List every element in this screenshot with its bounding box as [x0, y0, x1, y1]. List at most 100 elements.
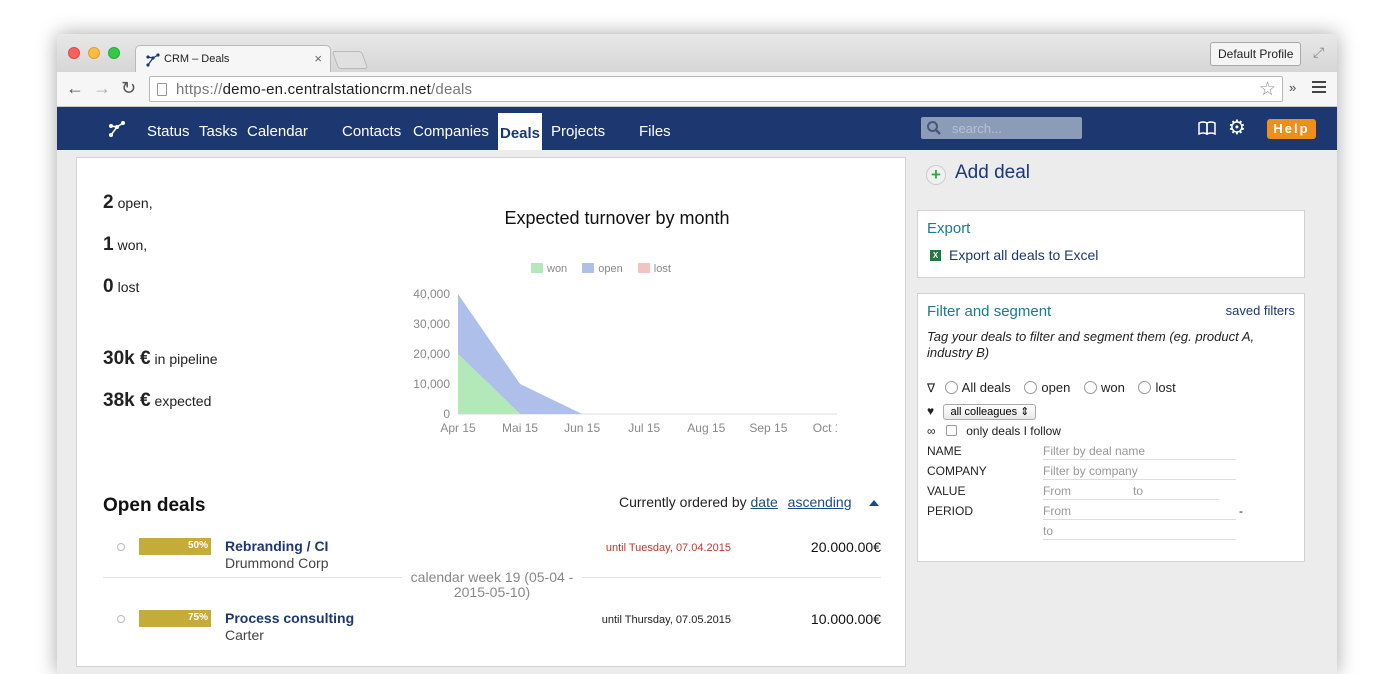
follow-checkbox[interactable]	[945, 425, 957, 436]
close-window-button[interactable]	[68, 47, 80, 59]
nav-tasks[interactable]: Tasks	[199, 107, 237, 150]
colleagues-select[interactable]: all colleagues ⇕	[943, 404, 1037, 420]
radio-label: won	[1100, 380, 1125, 395]
page-content: 2 open, 1 won, 0 lost 30k € in pipeline 38k …	[57, 150, 1337, 674]
deal-company: Drummond Corp	[225, 555, 329, 571]
legend-label-open: open	[598, 263, 623, 275]
deal-name-link[interactable]: Rebranding / CI	[225, 538, 328, 554]
reload-icon[interactable]: ↻	[121, 78, 136, 98]
period-to-input[interactable]: to	[1043, 524, 1236, 540]
add-deal-link[interactable]: Add deal	[955, 162, 1030, 184]
stat-pipeline-label: in pipeline	[154, 351, 218, 367]
page-icon	[157, 83, 167, 96]
x-tick-label: Jun 15	[564, 421, 600, 435]
turnover-chart: 0 10,000 20,000 30,000 40,000 Apr 15 Mai 15 Jun…	[413, 287, 837, 435]
book-icon[interactable]	[1198, 121, 1216, 135]
nav-status[interactable]: Status	[147, 107, 190, 150]
filter-help-text: Tag your deals to filter and segment the…	[927, 329, 1255, 360]
deal-company: Carter	[225, 627, 264, 643]
ordered-by-text: Currently ordered by	[619, 494, 747, 510]
legend-swatch-lost	[637, 263, 650, 273]
nav-companies[interactable]: Companies	[413, 107, 489, 150]
period-from-input[interactable]: From	[1043, 504, 1236, 520]
probability-bar: 75%	[139, 610, 211, 627]
radio-won[interactable]: won	[1083, 380, 1125, 395]
browser-tab[interactable]: CRM – Deals ×	[135, 45, 331, 73]
x-tick-label: Mai 15	[502, 421, 538, 435]
search-input[interactable]: search...	[921, 117, 1082, 139]
stat-open-value: 2	[103, 192, 114, 213]
minimize-window-button[interactable]	[88, 47, 100, 59]
infinity-icon: ∞	[927, 424, 936, 438]
sort-order-info: Currently ordered by date ascending	[619, 494, 851, 510]
deal-status-dot[interactable]	[117, 615, 125, 623]
title-bar: CRM – Deals × Default Profile ⤢	[57, 34, 1337, 73]
company-label: COMPANY	[927, 464, 987, 478]
status-filter: ∇ All deals open won lost	[927, 380, 1186, 395]
nav-files[interactable]: Files	[639, 107, 671, 150]
crm-logo-icon[interactable]	[107, 119, 127, 139]
zoom-window-button[interactable]	[108, 47, 120, 59]
sort-caret-icon[interactable]	[869, 500, 879, 506]
app-navigation: Status Tasks Calendar Contacts Companies…	[57, 107, 1337, 150]
deal-status-dot[interactable]	[117, 543, 125, 551]
probability-bar: 50%	[139, 538, 211, 555]
nav-deals[interactable]: Deals	[498, 113, 543, 150]
y-tick-label: 0	[443, 407, 450, 421]
deal-name-filter-input[interactable]: Filter by deal name	[1043, 444, 1236, 460]
filter-funnel-icon: ∇	[927, 381, 936, 395]
fullscreen-icon[interactable]: ⤢	[1313, 44, 1329, 60]
deal-name-link[interactable]: Process consulting	[225, 610, 354, 626]
sort-field-link[interactable]: date	[751, 494, 778, 510]
sort-direction-link[interactable]: ascending	[788, 494, 852, 510]
company-filter-input[interactable]: Filter by company	[1043, 464, 1236, 480]
bookmark-star-icon[interactable]: ☆	[1259, 78, 1276, 101]
chart-title: Expected turnover by month	[504, 208, 730, 228]
deal-row[interactable]: 75% Process consulting Carter until Thur…	[103, 610, 881, 646]
value-from-input[interactable]: From	[1043, 484, 1133, 500]
new-tab-button[interactable]	[331, 51, 369, 69]
gear-icon[interactable]: ⚙	[1228, 118, 1246, 138]
probability-label: 50%	[187, 540, 208, 551]
period-label: PERIOD	[927, 504, 974, 518]
nav-calendar[interactable]: Calendar	[247, 107, 308, 150]
y-tick-label: 20,000	[413, 347, 450, 361]
legend-label-won: won	[547, 263, 568, 275]
nav-contacts[interactable]: Contacts	[342, 107, 401, 150]
legend-label-lost: lost	[653, 263, 671, 275]
radio-lost[interactable]: lost	[1138, 380, 1176, 395]
export-excel-link[interactable]: Export all deals to Excel	[949, 247, 1098, 263]
y-tick-label: 40,000	[413, 287, 450, 301]
browser-menu-icon[interactable]	[1312, 81, 1326, 95]
deal-value: 20.000.00€	[810, 539, 881, 555]
tab-close-icon[interactable]: ×	[314, 51, 322, 66]
stat-expected-label: expected	[154, 393, 212, 409]
radio-open[interactable]: open	[1024, 380, 1070, 395]
radio-circle[interactable]	[1024, 381, 1038, 394]
export-title: Export	[927, 220, 971, 237]
extensions-overflow-icon[interactable]: »	[1289, 80, 1296, 95]
excel-icon: X	[930, 250, 941, 261]
export-box: Export X Export all deals to Excel	[917, 210, 1305, 278]
help-button[interactable]: Help	[1267, 119, 1316, 139]
saved-filters-link[interactable]: saved filters	[1226, 303, 1295, 318]
add-plus-icon[interactable]: +	[926, 165, 946, 185]
address-bar[interactable]: https://demo-en.centralstationcrm.net/de…	[149, 76, 1283, 102]
x-tick-label: Jul 15	[628, 421, 660, 435]
nav-projects[interactable]: Projects	[551, 107, 605, 150]
radio-all-deals[interactable]: All deals	[944, 380, 1011, 395]
browser-window: CRM – Deals × Default Profile ⤢ ← → ↻ ht…	[57, 34, 1337, 674]
filter-box: Filter and segment saved filters Tag you…	[917, 293, 1305, 562]
radio-circle[interactable]	[1083, 381, 1097, 394]
forward-arrow-icon[interactable]: →	[93, 78, 111, 98]
radio-circle[interactable]	[1138, 381, 1152, 394]
value-to-input[interactable]: to	[1133, 484, 1219, 500]
name-label: NAME	[927, 444, 962, 458]
profile-button[interactable]: Default Profile	[1210, 42, 1302, 66]
radio-circle[interactable]	[944, 381, 958, 394]
url-text[interactable]: https://demo-en.centralstationcrm.net/de…	[176, 81, 472, 98]
x-tick-label: Apr 15	[440, 421, 476, 435]
back-arrow-icon[interactable]: ←	[66, 78, 84, 98]
url-scheme: https://	[176, 81, 223, 98]
y-tick-label: 10,000	[413, 377, 450, 391]
